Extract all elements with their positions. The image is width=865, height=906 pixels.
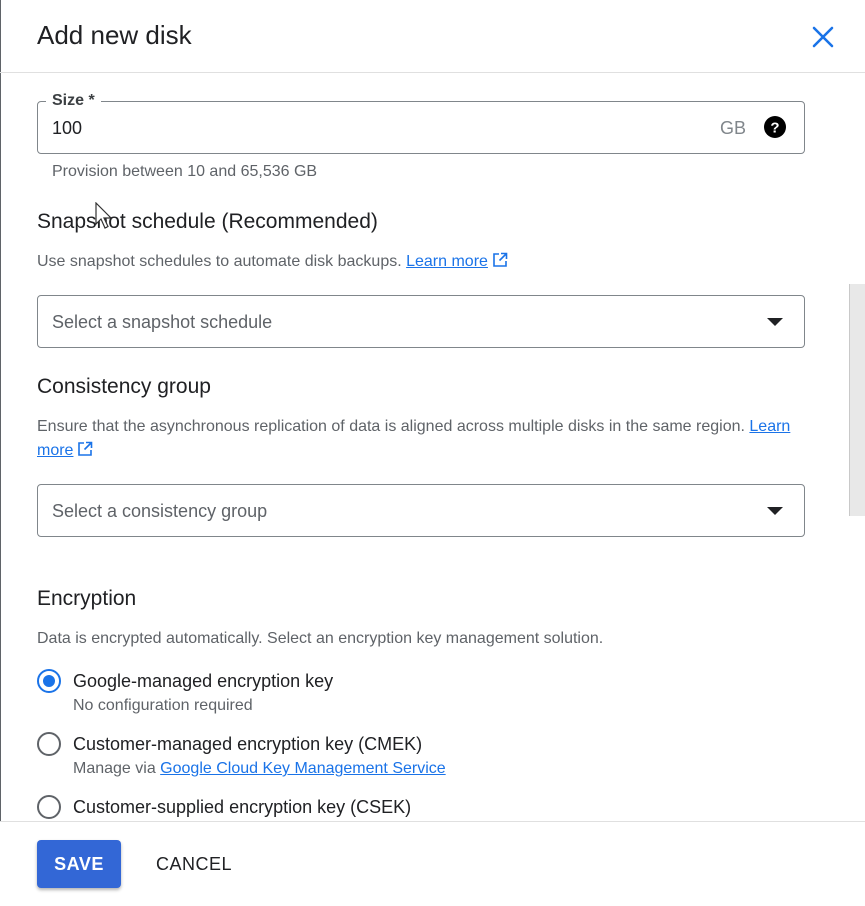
csek-radio[interactable] [37, 795, 61, 819]
dialog-content: Size * 100 GB ? Provision between 10 and… [0, 74, 865, 821]
size-hint: Provision between 10 and 65,536 GB [52, 163, 318, 180]
dialog-footer: SAVE CANCEL [0, 821, 865, 906]
cmek-label: Customer-managed encryption key (CMEK) [73, 734, 423, 754]
consistency-title: Consistency group [37, 375, 211, 398]
snapshot-title: Snapshot schedule (Recommended) [37, 210, 378, 233]
cloud-kms-link[interactable]: Google Cloud Key Management Service [160, 760, 446, 777]
consistency-group-select[interactable]: Select a consistency group [37, 484, 805, 537]
csek-label: Customer-supplied encryption key (CSEK) [73, 797, 412, 817]
cmek-radio[interactable] [37, 732, 61, 756]
size-input[interactable]: 100 [52, 117, 82, 139]
mouse-pointer-icon [95, 202, 113, 229]
consistency-description-text: Ensure that the asynchronous replication… [37, 418, 745, 435]
cmek-sub: Manage via Google Cloud Key Management S… [73, 758, 446, 780]
google-managed-label: Google-managed encryption key [73, 671, 334, 691]
snapshot-schedule-placeholder: Select a snapshot schedule [52, 312, 273, 332]
consistency-group-placeholder: Select a consistency group [52, 501, 268, 521]
encryption-description: Data is encrypted automatically. Select … [37, 630, 604, 647]
consistency-description: Ensure that the asynchronous replication… [37, 415, 807, 463]
svg-text:?: ? [770, 120, 779, 137]
size-field[interactable]: Size * 100 GB ? [37, 90, 805, 154]
google-managed-radio[interactable] [37, 669, 61, 693]
snapshot-description-text: Use snapshot schedules to automate disk … [37, 253, 402, 270]
help-icon[interactable]: ? [764, 116, 786, 138]
save-button[interactable]: SAVE [37, 840, 121, 888]
close-button[interactable] [806, 20, 840, 54]
size-unit: GB [719, 118, 746, 138]
cmek-sub-prefix: Manage via [73, 760, 156, 777]
snapshot-schedule-select[interactable]: Select a snapshot schedule [37, 295, 805, 348]
snapshot-learn-more-label: Learn more [406, 253, 488, 270]
dialog-header: Add new disk [0, 0, 865, 73]
open-in-new-icon [493, 252, 508, 267]
open-in-new-icon [78, 441, 93, 456]
encryption-title: Encryption [37, 587, 137, 610]
snapshot-learn-more-link[interactable]: Learn more [406, 252, 508, 270]
google-managed-sub: No configuration required [73, 697, 253, 714]
arrow-drop-down-icon [767, 318, 783, 326]
scrollbar-thumb[interactable] [849, 284, 865, 516]
snapshot-description: Use snapshot schedules to automate disk … [37, 250, 807, 274]
arrow-drop-down-icon [767, 507, 783, 515]
dialog-title: Add new disk [37, 20, 192, 50]
close-icon [812, 26, 834, 48]
cancel-button[interactable]: CANCEL [145, 840, 243, 888]
size-label: Size * [46, 90, 101, 112]
